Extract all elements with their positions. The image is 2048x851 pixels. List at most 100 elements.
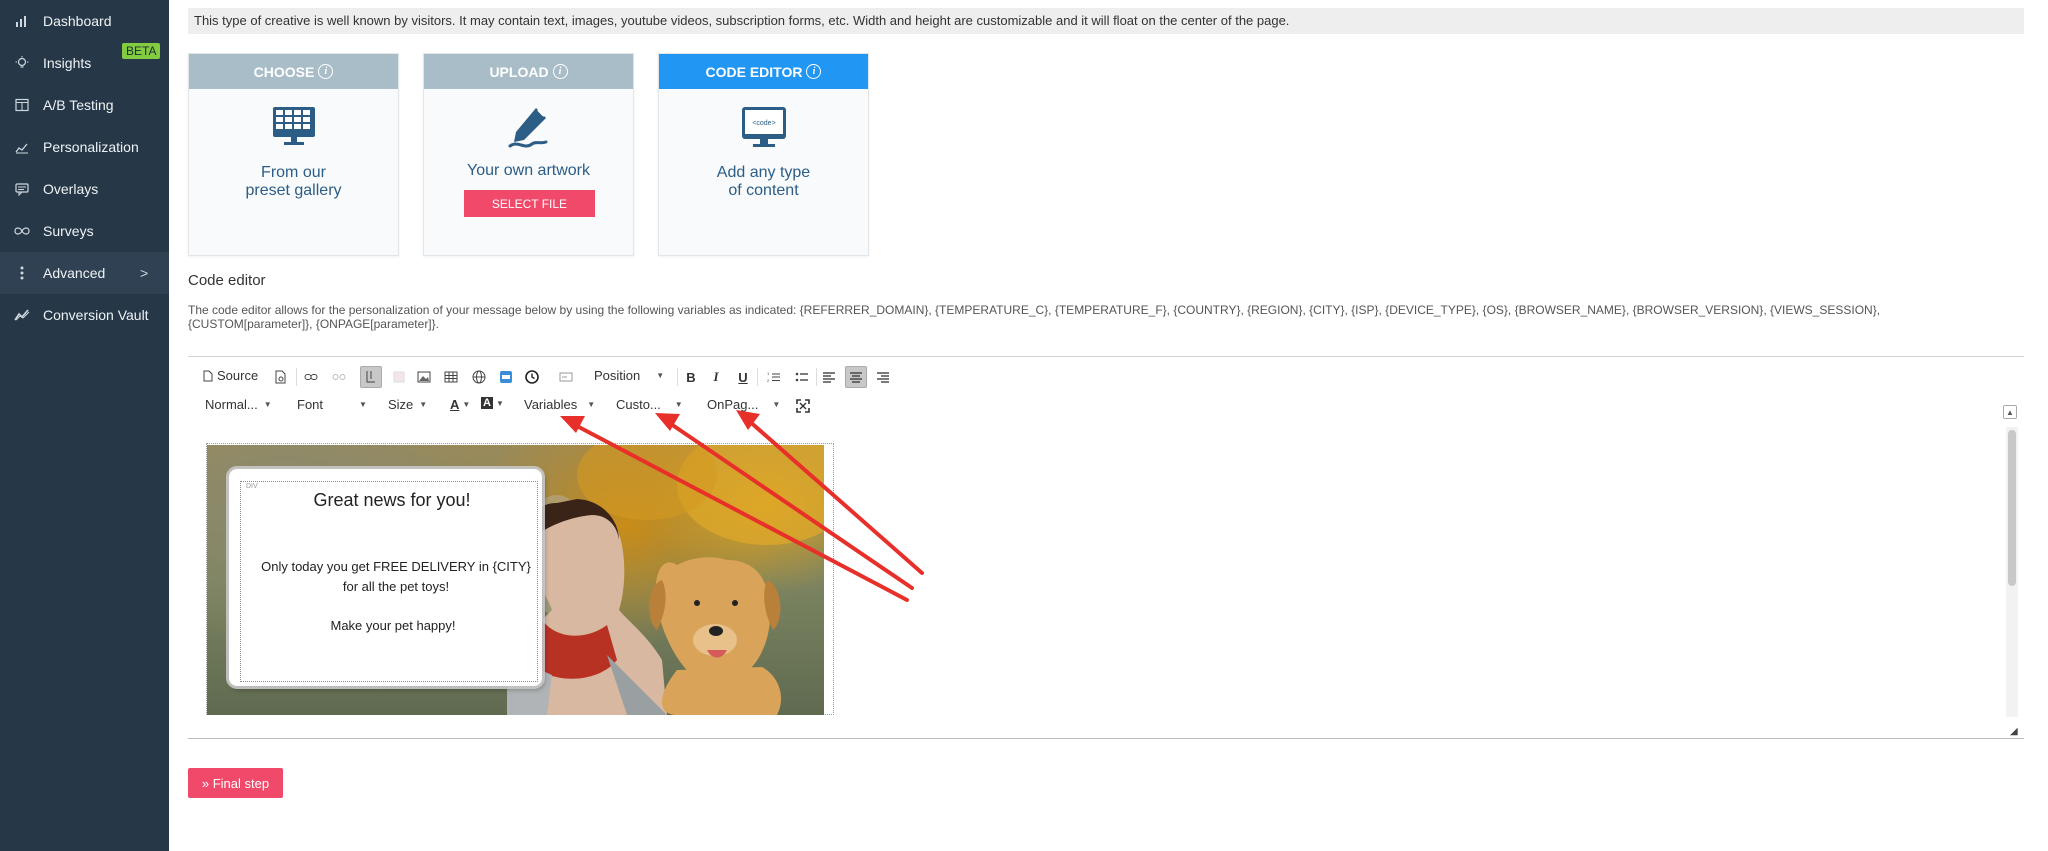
trend-icon (14, 307, 30, 323)
align-right-icon[interactable] (874, 368, 892, 386)
show-blocks-icon[interactable] (360, 366, 382, 388)
pen-icon (424, 106, 633, 150)
editor-scrollbar-thumb[interactable] (2008, 430, 2016, 586)
code-editor-description: The code editor allows for the personali… (188, 303, 1881, 331)
variables-dropdown[interactable]: Variables ▼ (524, 397, 595, 412)
align-left-icon[interactable] (820, 368, 838, 386)
preview-icon[interactable] (272, 368, 290, 386)
choose-card-line2: preset gallery (245, 182, 342, 199)
text-color-label: A (450, 397, 460, 412)
message-title[interactable]: Great news for you! (229, 490, 555, 511)
table-icon[interactable] (442, 368, 460, 386)
link-icon[interactable] (302, 368, 320, 386)
position-dropdown[interactable]: Position ▼ (594, 368, 664, 383)
sidebar: Dashboard Insights BETA A/B Testing Pers… (0, 0, 169, 851)
variables-label: Variables (524, 397, 578, 412)
sidebar-item-label: Personalization (43, 139, 139, 155)
sidebar-item-label: Conversion Vault (43, 307, 149, 323)
text-color-button[interactable]: A ▼ (450, 397, 470, 412)
sidebar-item-label: Dashboard (43, 13, 112, 29)
info-icon[interactable]: i (318, 64, 334, 79)
code-editor-card-title: CODE EDITOR (705, 63, 803, 80)
chevron-down-icon: ▼ (419, 400, 428, 409)
iframe-globe-icon[interactable] (470, 368, 488, 386)
font-dropdown[interactable]: Font ▼ (297, 397, 367, 412)
beta-badge: BETA (122, 43, 161, 59)
sidebar-item-overlays[interactable]: Overlays (0, 168, 169, 210)
underline-button[interactable]: U (734, 368, 752, 386)
message-footer[interactable]: Make your pet happy! (229, 618, 557, 633)
dots-vertical-icon (14, 265, 30, 281)
chevron-right-icon: > (140, 265, 149, 281)
sidebar-item-advanced[interactable]: Advanced > (0, 252, 169, 294)
final-step-button[interactable]: » Final step (188, 768, 283, 798)
custom-label: Custo... (616, 397, 661, 412)
sidebar-item-personalization[interactable]: Personalization (0, 126, 169, 168)
chevron-down-icon: ▼ (674, 400, 683, 409)
maximize-icon[interactable] (794, 397, 812, 415)
toolbar-separator (296, 368, 297, 386)
toolbar-separator (816, 368, 817, 386)
upload-card-line1: Your own artwork (466, 162, 591, 179)
split-icon (14, 97, 30, 113)
info-icon[interactable]: i (552, 64, 568, 79)
numbered-list-icon[interactable]: 12 (765, 368, 783, 386)
font-label: Font (297, 397, 324, 412)
clock-icon[interactable] (523, 368, 541, 386)
bold-button[interactable]: B (682, 368, 700, 386)
code-editor-card-line2: of content (728, 182, 799, 199)
unlink-icon[interactable] (330, 368, 348, 386)
align-center-icon[interactable] (845, 366, 867, 388)
source-button[interactable]: Source (203, 368, 258, 383)
source-label: Source (217, 368, 259, 383)
choose-card-line1: From our (261, 164, 326, 181)
bar-chart-icon (14, 13, 30, 29)
sidebar-item-label: Insights (43, 55, 92, 71)
sidebar-item-conversion-vault[interactable]: Conversion Vault (0, 294, 169, 336)
chevron-down-icon: ▼ (772, 400, 781, 409)
code-editor-card[interactable]: CODE EDITOR i <code> Add any type of con… (658, 53, 869, 256)
chevron-down-icon: ▼ (495, 398, 504, 408)
info-bar: This type of creative is well known by v… (188, 8, 2024, 34)
select-file-button[interactable]: SELECT FILE (464, 190, 595, 217)
image-icon[interactable] (415, 368, 433, 386)
bullet-list-icon[interactable] (793, 368, 811, 386)
resize-handle-icon[interactable]: ◢ (2010, 726, 2018, 737)
custom-dropdown[interactable]: Custo... ▼ (616, 397, 683, 412)
choose-card[interactable]: CHOOSE i From our preset gallery (188, 53, 399, 256)
chevron-down-icon: ▼ (359, 400, 367, 409)
info-icon[interactable]: i (806, 64, 822, 79)
div-tag-label: DIV (246, 483, 258, 490)
upload-card[interactable]: UPLOAD i Your own artwork SELECT FILE (423, 53, 634, 256)
template-icon[interactable] (390, 368, 408, 386)
sidebar-item-label: Overlays (43, 181, 99, 197)
toolbar-separator (677, 368, 678, 386)
background-color-button[interactable]: A ▼ (481, 397, 504, 409)
collapse-toolbar-icon[interactable]: ▲ (2003, 405, 2017, 419)
arrow-head-variables (560, 416, 585, 433)
lightbulb-icon (14, 55, 30, 71)
code-editor-card-line1: Add any type (716, 164, 811, 181)
choose-card-title: CHOOSE (253, 63, 315, 80)
upload-card-header: UPLOAD i (424, 54, 633, 89)
position-label: Position (594, 368, 641, 383)
italic-button[interactable]: I (707, 368, 725, 386)
sidebar-item-dashboard[interactable]: Dashboard (0, 0, 169, 42)
grid-icon (189, 106, 398, 146)
onpage-label: OnPag... (707, 397, 759, 412)
message-body[interactable]: Only today you get FREE DELIVERY in {CIT… (229, 557, 555, 597)
onpage-dropdown[interactable]: OnPag... ▼ (707, 397, 780, 412)
code-icon-text: <code> (752, 120, 775, 127)
size-dropdown[interactable]: Size ▼ (388, 397, 427, 412)
editor-divider (188, 738, 2024, 739)
app-root: Dashboard Insights BETA A/B Testing Pers… (0, 0, 2048, 851)
code-editor-title: Code editor (188, 272, 266, 289)
sidebar-item-surveys[interactable]: Surveys (0, 210, 169, 252)
format-dropdown[interactable]: Normal... ▼ (205, 397, 272, 412)
form-icon[interactable] (557, 368, 575, 386)
choose-card-header: CHOOSE i (189, 54, 398, 89)
upload-card-title: UPLOAD (489, 63, 549, 80)
youtube-icon[interactable] (497, 368, 515, 386)
sidebar-item-ab-testing[interactable]: A/B Testing (0, 84, 169, 126)
format-label: Normal... (205, 397, 258, 412)
